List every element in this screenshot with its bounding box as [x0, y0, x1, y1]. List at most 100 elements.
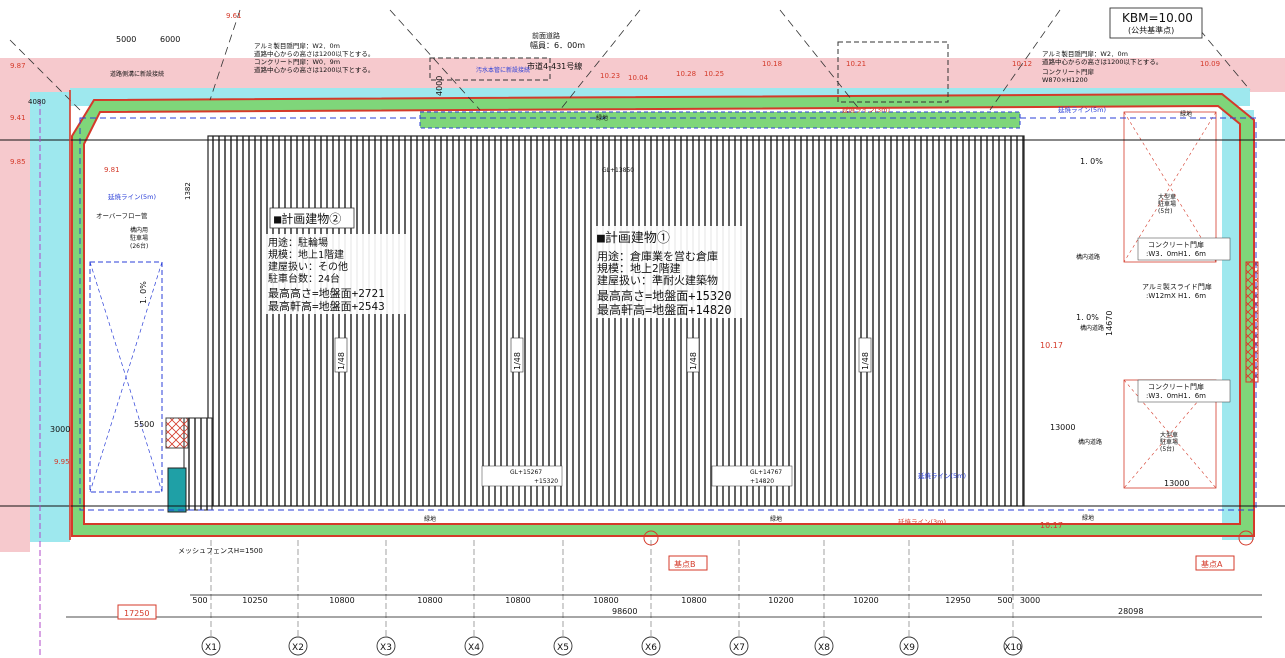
slope-mid-label: 1. 0% [1076, 313, 1099, 322]
wall-note-right-2: 道路中心からの高さは1200以下とする。 [1042, 57, 1162, 66]
building-1-roof [207, 135, 1025, 507]
building-2-line-3: 建屋扱い：その他 [268, 260, 348, 273]
bottom-dimension: 10800 [417, 596, 442, 605]
bottom-dimension: 500 [997, 596, 1012, 605]
wall-note-right-1: アルミ製目隠門扉：W2．0m [1042, 49, 1128, 58]
north-green-strip [419, 111, 1021, 129]
passage-label-3: 構内道路 [1078, 438, 1102, 446]
left-parking-label-2: 駐車場 [130, 234, 148, 242]
slope-top-label: 1. 0% [1080, 157, 1103, 166]
road-number: 市道4-431号線 [527, 61, 582, 71]
building-2-line-2: 規模：地上1階建 [268, 248, 344, 261]
wall-note-left-3: コンクリート門扉：W0．9m [254, 57, 340, 66]
bottom-dimensions: 500 10250 10800 10800 10800 10800 10800 10200 10… [192, 596, 1040, 605]
building-2-line-6: 最高軒高=地盤面+2543 [268, 299, 385, 313]
bottom-dimension: 10200 [853, 596, 878, 605]
gate-1-label: コンクリート門扉 [1148, 240, 1204, 249]
grid-axis-label: X5 [557, 643, 569, 653]
dim-6000: 6000 [160, 35, 180, 44]
parking-bot-label-2: 駐車場 [1160, 438, 1178, 446]
bottom-dimension: 500 [192, 596, 207, 605]
parking-top-label-3: (5台) [1158, 207, 1173, 215]
roof-slope-label-1: 1/48 [337, 352, 346, 370]
road-level-2: 10.04 [628, 74, 649, 82]
parking-bot-label: 大型車 [1160, 431, 1178, 439]
bottom-dimension: 12950 [945, 596, 970, 605]
building-2-line-1: 用途：駐輪場 [268, 236, 328, 249]
building-2-title: ■計画建物② [274, 211, 341, 226]
wall-note-right-3: コンクリート門扉 [1042, 67, 1095, 76]
grid-axis-label: X6 [645, 643, 657, 653]
overall-dim-left: 17250 [124, 609, 149, 618]
hatch-box-left [165, 417, 189, 449]
parking-top-label: 大型車 [1158, 193, 1176, 201]
left-level-5: 9.95 [54, 458, 70, 466]
building-1-info: ■計画建物① 用途：倉庫業を営む倉庫 規模：地上2階建 建屋扱い：準耐火建築物 … [592, 226, 744, 318]
road-width: 幅員：6．00m [530, 40, 585, 50]
roof-slope-label-3: 1/48 [689, 352, 698, 370]
fire-line-1: 延焼ライン(5m) [108, 192, 156, 201]
road-level-9: 10.25 [704, 70, 724, 78]
level-1017-a: 10.17 [1040, 341, 1063, 350]
grid-axis-label: X8 [818, 643, 830, 653]
grid-axis-label: X4 [468, 643, 480, 653]
roof-slope-label-4: 1/48 [861, 352, 870, 370]
dim-13000-a: 13000 [1050, 423, 1075, 432]
bottom-dimension: 10800 [329, 596, 354, 605]
base-point-a: 基点A [1201, 559, 1223, 569]
level-1017-b: 10.17 [1040, 521, 1063, 530]
sidewalk-left [30, 92, 70, 542]
kbm-note: (公共基準点) [1128, 25, 1174, 35]
grid-axis-label: X1 [205, 643, 217, 653]
grid-lines [210, 540, 1014, 636]
wall-note-left-4: 道路中心からの高さは1200以下とする。 [254, 65, 374, 74]
bottom-dimension: 10200 [768, 596, 793, 605]
gl-bottom-right-1: GL+14767 [750, 469, 782, 476]
left-parking-label: 構内用 [130, 226, 148, 234]
bottom-dimension: 10800 [505, 596, 530, 605]
left-level-4: 9.41 [10, 114, 26, 122]
grid-axis-labels: X1 X2 X3 X4 X5 X6 X7 X8 X9 X10 [201, 636, 1023, 656]
road-level-7: 9.61 [226, 12, 242, 20]
left-level-1: 9.87 [10, 62, 26, 70]
building-1-line-2: 規模：地上2階建 [597, 261, 681, 275]
dim-14670: 14670 [1105, 311, 1114, 336]
left-slope-label: 1. 0% [139, 281, 148, 304]
sewer-note: 汚水本管に新設接続 [476, 66, 530, 74]
road-level-4: 10.21 [846, 60, 866, 68]
green-label-3: 緑地 [770, 515, 782, 523]
gate-3-size: :W3．0mH1．6m [1146, 392, 1206, 400]
green-label-4: 緑地 [1082, 514, 1094, 522]
gl-bottom-left-2: +15320 [534, 478, 558, 485]
dim-5500: 5500 [134, 420, 154, 429]
kbm-box: KBM=10.00 (公共基準点) [1109, 7, 1203, 39]
gate-2-size: :W12mX H1．6m [1146, 292, 1206, 300]
road-level-1: 10.23 [600, 72, 620, 80]
building-1-title: ■計画建物① [597, 230, 670, 246]
left-level-6: 4080 [28, 98, 46, 106]
dim-3000: 3000 [50, 425, 70, 434]
gl-top: GL+13850 [602, 167, 634, 174]
passage-label-1: 構内道路 [1076, 253, 1100, 261]
road-level-8: 10.28 [676, 70, 696, 78]
mesh-fence-label: メッシュフェンスH=1500 [178, 547, 263, 555]
building-1-line-4: 最高高さ=地盤面+15320 [597, 288, 732, 303]
fire-line-3: 延焼ライン(5m) [1058, 105, 1106, 114]
fire-line-2: 延焼ライン(3m) [842, 105, 890, 114]
green-label-1: 緑地 [596, 114, 608, 122]
gl-bottom-left-1: GL+15267 [510, 469, 542, 476]
wall-note-left-1: アルミ製目隠門扉：W2．0m [254, 41, 340, 50]
building-2-line-4: 駐車台数：24台 [268, 272, 340, 285]
left-level-3: 9.81 [104, 166, 120, 174]
building-2-line-5: 最高高さ=地盤面+2721 [268, 286, 385, 300]
fire-line-4: 延焼ライン(3m) [898, 517, 946, 526]
site-plan-drawing: 1/48 1/48 1/48 1/48 ■計画建物① 用途：倉庫業を営む倉庫 規… [0, 7, 1285, 658]
road-level-3: 10.18 [762, 60, 782, 68]
gate-1-size: :W3．0mH1．6m [1146, 250, 1206, 258]
bottom-dimension: 10800 [593, 596, 618, 605]
grid-axis-label: X7 [733, 643, 745, 653]
overflow-label: オーバーフロー管 [96, 211, 148, 220]
roof-slope-label-2: 1/48 [513, 352, 522, 370]
wall-note-left-2: 道路中心からの高さは1200以下とする。 [254, 49, 374, 58]
overall-dim-main: 98600 [612, 607, 637, 616]
